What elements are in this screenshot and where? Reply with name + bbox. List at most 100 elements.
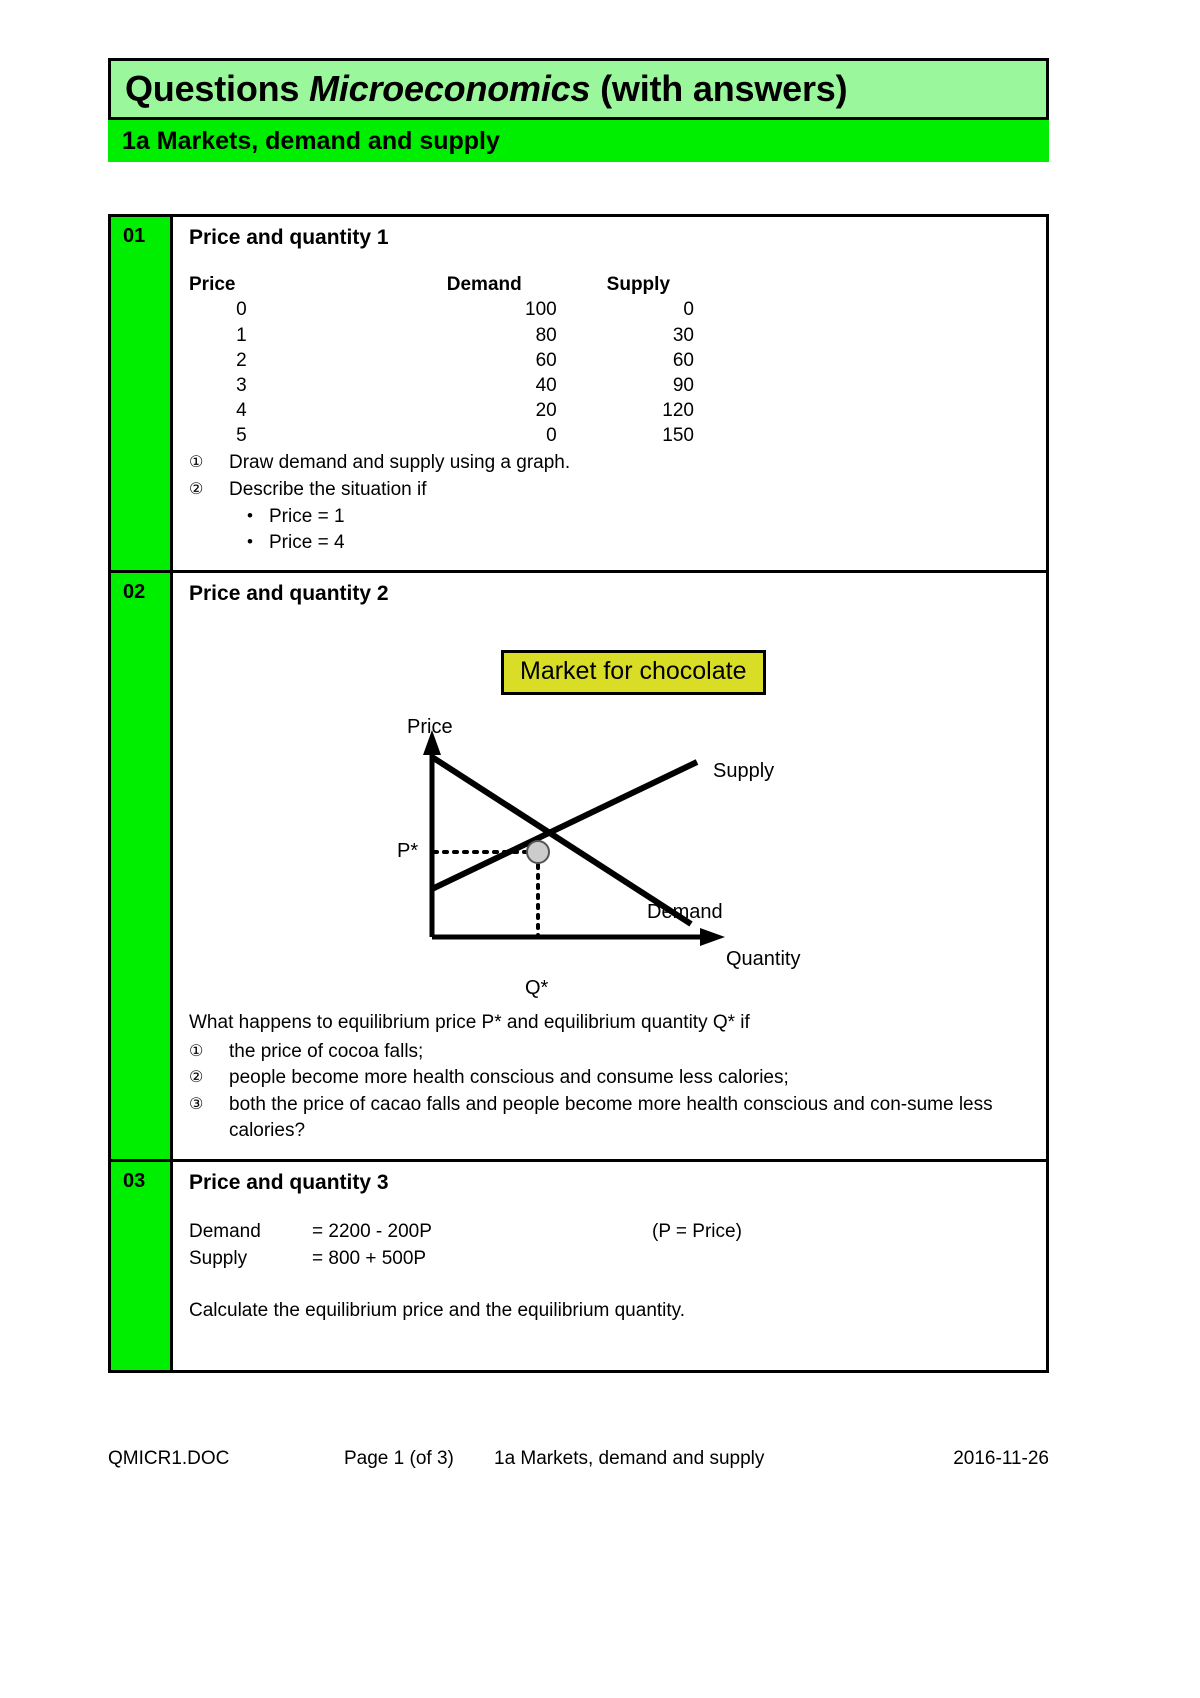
list-item-text: Describe the situation if xyxy=(229,478,427,500)
list-item: ① the price of cocoa falls; xyxy=(189,1039,1030,1065)
cell-demand: 80 xyxy=(535,324,557,346)
question-number-02: 02 xyxy=(111,572,173,1159)
question-03-instruction: Calculate the equilibrium price and the … xyxy=(189,1300,686,1322)
list-item: ① Draw demand and supply using a graph. xyxy=(189,450,1030,476)
equilibrium-price-label: P* xyxy=(397,840,419,863)
equilibrium-quantity-label: Q* xyxy=(525,977,549,1000)
list-item-text: both the price of cacao falls and people… xyxy=(229,1094,993,1142)
equation-row-supply: Supply = 800 + 500P xyxy=(189,1246,1030,1273)
list-item-text: Draw demand and supply using a graph. xyxy=(229,451,571,473)
page-title-part-1: Questions xyxy=(125,68,310,109)
table-row: 2 60 60 xyxy=(189,348,694,373)
footer-document-name: QMICR1.DOC xyxy=(108,1448,230,1469)
question-title-03: Price and quantity 3 xyxy=(189,1170,389,1194)
equilibrium-point-marker xyxy=(526,840,550,865)
equation-label-supply: Supply xyxy=(189,1248,248,1270)
question-body-02: Price and quantity 2 Market for chocolat… xyxy=(173,573,1046,1159)
cell-demand: 40 xyxy=(535,374,557,396)
cell-price: 4 xyxy=(236,399,247,421)
equation-note: (P = Price) xyxy=(652,1221,742,1243)
list-item: • Price = 4 xyxy=(189,530,1030,556)
table-row: 0 100 0 xyxy=(189,297,694,322)
cell-demand: 60 xyxy=(535,349,557,371)
question-number-01: 01 xyxy=(111,217,173,570)
page-title-emphasis: Microeconomics xyxy=(309,68,591,109)
y-axis-label: Price xyxy=(407,716,453,739)
list-item: ② people become more health conscious an… xyxy=(189,1065,1030,1091)
cell-supply: 90 xyxy=(672,374,694,396)
page-footer: QMICR1.DOC Page 1 (of 3) 1a Markets, dem… xyxy=(108,1448,1049,1470)
cell-demand: 20 xyxy=(535,399,557,421)
table-header-row: Price Demand Supply xyxy=(189,272,694,297)
question-title-01: Price and quantity 1 xyxy=(189,226,389,249)
bullet-icon: • xyxy=(247,505,253,525)
cell-supply: 150 xyxy=(662,424,694,446)
list-item: ③ both the price of cacao falls and peop… xyxy=(189,1092,1030,1144)
equation-expression-supply: = 800 + 500P xyxy=(312,1248,427,1270)
column-header-demand: Demand xyxy=(446,274,522,296)
header-subtitle-bar: 1a Markets, demand and supply xyxy=(108,120,1049,162)
header-title-bar: Questions Microeconomics (with answers) xyxy=(108,58,1049,120)
question-title-02: Price and quantity 2 xyxy=(189,581,389,605)
cell-supply: 120 xyxy=(662,399,694,421)
cell-supply: 60 xyxy=(672,349,694,371)
question-03-spacer xyxy=(189,1322,1030,1356)
circled-number-icon: ② xyxy=(189,1069,204,1087)
cell-supply: 0 xyxy=(683,299,694,321)
list-item: • Price = 1 xyxy=(189,504,1030,530)
footer-page-number: Page 1 (of 3) xyxy=(344,1448,454,1469)
cell-price: 5 xyxy=(236,424,247,446)
circled-number-icon: ① xyxy=(189,1042,204,1060)
page-title-part-2: (with answers) xyxy=(590,68,848,109)
list-item: ② Describe the situation if xyxy=(189,477,1030,503)
column-header-supply: Supply xyxy=(606,274,671,296)
page-title: Questions Microeconomics (with answers) xyxy=(125,68,848,110)
demand-curve-label: Demand xyxy=(647,901,723,924)
equation-expression-demand: = 2200 - 200P xyxy=(312,1221,432,1243)
document-page: Questions Microeconomics (with answers) … xyxy=(0,0,1200,1698)
cell-price: 0 xyxy=(236,299,247,321)
supply-demand-chart: Market for chocolate Price Quantity Supp… xyxy=(189,612,1030,1004)
cell-demand: 0 xyxy=(546,424,557,446)
equation-label-demand: Demand xyxy=(189,1221,261,1243)
chapter-subtitle: 1a Markets, demand and supply xyxy=(122,126,500,155)
cell-supply: 30 xyxy=(672,324,694,346)
footer-description: 1a Markets, demand and supply xyxy=(494,1448,765,1469)
question-body-01: Price and quantity 1 Price Demand Supply… xyxy=(173,217,1046,570)
question-number-03: 03 xyxy=(111,1161,173,1371)
table-row: 1 80 30 xyxy=(189,323,694,348)
footer-date: 2016-11-26 xyxy=(953,1448,1049,1469)
questions-table: 01 Price and quantity 1 Price Demand Sup… xyxy=(108,214,1049,1374)
circled-number-icon: ③ xyxy=(189,1096,204,1114)
question-01-bullet-list: • Price = 1 • Price = 4 xyxy=(189,504,1030,556)
equations-block: Demand = 2200 - 200P (P = Price) Supply … xyxy=(189,1219,1030,1273)
question-row-02: 02 Price and quantity 2 Market for choco… xyxy=(111,572,1046,1162)
list-item-text: Price = 4 xyxy=(269,531,345,553)
equation-row-demand: Demand = 2200 - 200P (P = Price) xyxy=(189,1219,1030,1246)
list-item-text: people become more health conscious and … xyxy=(229,1067,789,1089)
question-row-03: 03 Price and quantity 3 Demand = 2200 - … xyxy=(111,1161,1046,1371)
document-header: Questions Microeconomics (with answers) … xyxy=(108,58,1049,162)
circled-number-icon: ② xyxy=(189,480,204,498)
cell-demand: 100 xyxy=(525,299,557,321)
list-item-text: the price of cocoa falls; xyxy=(229,1040,424,1062)
question-02-task-list: ① the price of cocoa falls; ② people bec… xyxy=(189,1039,1030,1144)
column-header-price: Price xyxy=(189,274,236,296)
supply-curve-label: Supply xyxy=(713,760,775,783)
question-body-03: Price and quantity 3 Demand = 2200 - 200… xyxy=(173,1162,1046,1370)
question-01-task-list: ① Draw demand and supply using a graph. … xyxy=(189,450,1030,503)
bullet-icon: • xyxy=(247,531,253,551)
chart-plot-area xyxy=(423,730,725,947)
table-row: 5 0 150 xyxy=(189,423,694,448)
price-demand-supply-table: Price Demand Supply 0 100 0 1 80 30 2 60… xyxy=(189,272,694,448)
list-item-text: Price = 1 xyxy=(269,505,345,527)
cell-price: 3 xyxy=(236,374,247,396)
question-02-lead: What happens to equilibrium price P* and… xyxy=(189,1012,750,1034)
cell-price: 1 xyxy=(236,324,247,346)
circled-number-icon: ① xyxy=(189,453,204,471)
table-row: 3 40 90 xyxy=(189,373,694,398)
x-axis-arrow-icon xyxy=(700,928,725,947)
table-row: 4 20 120 xyxy=(189,398,694,423)
x-axis-label: Quantity xyxy=(726,948,801,971)
cell-price: 2 xyxy=(236,349,247,371)
